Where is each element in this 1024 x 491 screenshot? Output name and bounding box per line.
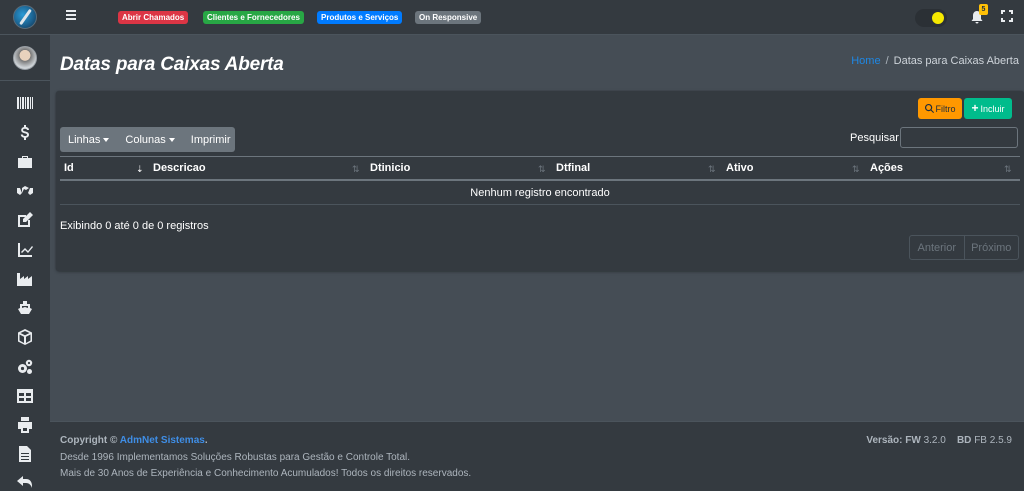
company-link[interactable]: AdmNet Sistemas	[120, 435, 205, 446]
pagination: Anterior Próximo	[909, 235, 1019, 260]
edit-icon[interactable]	[13, 210, 37, 230]
column-header-id[interactable]: Id	[64, 157, 74, 182]
footer-tagline: Desde 1996 Implementamos Soluções Robust…	[60, 452, 411, 463]
print-icon[interactable]	[13, 415, 37, 435]
sort-icon[interactable]: ⇅	[538, 164, 546, 175]
chart-line-icon[interactable]	[13, 240, 37, 260]
filter-button[interactable]: Filtro	[918, 98, 962, 119]
box-icon[interactable]	[13, 327, 37, 347]
columns-dropdown-label: Colunas	[125, 133, 166, 146]
print-button[interactable]: Imprimir	[183, 127, 239, 152]
theme-toggle[interactable]	[915, 9, 947, 27]
toggle-knob	[932, 12, 944, 24]
previous-page-button[interactable]: Anterior	[910, 236, 964, 259]
user-avatar[interactable]	[13, 46, 37, 70]
handshake-icon[interactable]	[13, 181, 37, 201]
table-icon[interactable]	[13, 386, 37, 406]
pagination-info: Exibindo 0 até 0 de 0 registros	[60, 220, 209, 232]
sort-icon[interactable]: ⇅	[352, 164, 360, 175]
bd-label: BD	[956, 435, 972, 446]
industry-icon[interactable]	[13, 269, 37, 289]
sort-icon[interactable]: ⇅	[1004, 164, 1012, 175]
ship-icon[interactable]	[13, 298, 37, 318]
notification-count: 5	[979, 4, 988, 15]
table-header: Id ⇣ Descricao ⇅ Dtinicio ⇅ Dtfinal ⇅ At…	[60, 156, 1020, 181]
main-sidebar	[0, 0, 50, 491]
sidebar-divider	[0, 80, 50, 81]
next-page-button[interactable]: Próximo	[963, 236, 1019, 259]
undo-icon[interactable]	[13, 472, 37, 491]
column-header-descricao[interactable]: Descricao	[153, 157, 206, 182]
version-label: Versão:	[866, 435, 903, 446]
add-button[interactable]: + Incluir	[964, 98, 1012, 119]
footer-experience: Mais de 30 Anos de Experiência e Conheci…	[60, 468, 472, 479]
rows-dropdown-button[interactable]: Linhas	[60, 127, 117, 152]
column-header-dtinicio[interactable]: Dtinicio	[370, 157, 410, 182]
plus-icon: +	[971, 101, 979, 115]
main-footer: Copyright © AdmNet Sistemas. Desde 1996 …	[50, 421, 1024, 491]
file-icon[interactable]	[13, 444, 37, 464]
badge-produtos-servicos[interactable]: Produtos e Serviços	[317, 11, 403, 24]
fullscreen-icon[interactable]	[1000, 9, 1014, 23]
caret-down-icon	[168, 137, 175, 142]
columns-dropdown-button[interactable]: Colunas	[117, 127, 182, 152]
sidebar-divider	[0, 34, 50, 35]
data-table: Id ⇣ Descricao ⇅ Dtinicio ⇅ Dtfinal ⇅ At…	[60, 156, 1020, 205]
empty-table-message: Nenhum registro encontrado	[60, 181, 1020, 205]
column-header-acoes[interactable]: Ações	[870, 157, 903, 182]
badge-abrir-chamados[interactable]: Abrir Chamados	[118, 11, 189, 24]
copyright-suffix: .	[204, 435, 208, 446]
dollar-icon[interactable]	[13, 122, 37, 142]
sort-icon[interactable]: ⇅	[852, 164, 860, 175]
breadcrumb-home-link[interactable]: Home	[851, 55, 880, 67]
search-icon	[924, 104, 934, 113]
barcode-icon[interactable]	[13, 93, 37, 113]
column-header-ativo[interactable]: Ativo	[726, 157, 754, 182]
fw-version: 3.2.0	[923, 435, 946, 446]
copyright-prefix: Copyright ©	[60, 435, 118, 446]
search-input[interactable]	[900, 127, 1018, 148]
breadcrumb-separator: /	[885, 55, 889, 67]
cogs-icon[interactable]	[13, 357, 37, 377]
page-title: Datas para Caixas Aberta	[60, 54, 284, 75]
footer-copyright: Copyright © AdmNet Sistemas.	[60, 435, 208, 446]
top-navbar: Abrir Chamados Clientes e Fornecedores P…	[50, 0, 1024, 35]
breadcrumb: Home / Datas para Caixas Aberta	[851, 55, 1019, 67]
filter-button-label: Filtro	[935, 103, 956, 114]
breadcrumb-current: Datas para Caixas Aberta	[893, 55, 1019, 67]
column-header-dtfinal[interactable]: Dtfinal	[556, 157, 590, 182]
brand-logo[interactable]	[13, 5, 37, 29]
table-actions-group: Linhas Colunas Imprimir	[60, 127, 235, 152]
data-card: Filtro + Incluir Linhas Colunas Imprimir…	[56, 91, 1024, 271]
add-button-label: Incluir	[980, 103, 1005, 114]
search-label: Pesquisar	[850, 132, 899, 144]
fw-label: FW	[905, 435, 921, 446]
menu-toggle-icon[interactable]	[66, 10, 76, 22]
sort-desc-icon[interactable]: ⇣	[136, 164, 144, 175]
briefcase-icon[interactable]	[13, 152, 37, 172]
badge-clientes-fornecedores[interactable]: Clientes e Fornecedores	[203, 11, 304, 24]
sort-icon[interactable]: ⇅	[708, 164, 716, 175]
footer-version: Versão: FW 3.2.0 BD FB 2.5.9	[866, 435, 1012, 446]
caret-down-icon	[103, 137, 110, 142]
bd-version: FB 2.5.9	[974, 435, 1012, 446]
rows-dropdown-label: Linhas	[68, 133, 101, 146]
badge-on-responsive[interactable]: On Responsive	[415, 11, 482, 24]
